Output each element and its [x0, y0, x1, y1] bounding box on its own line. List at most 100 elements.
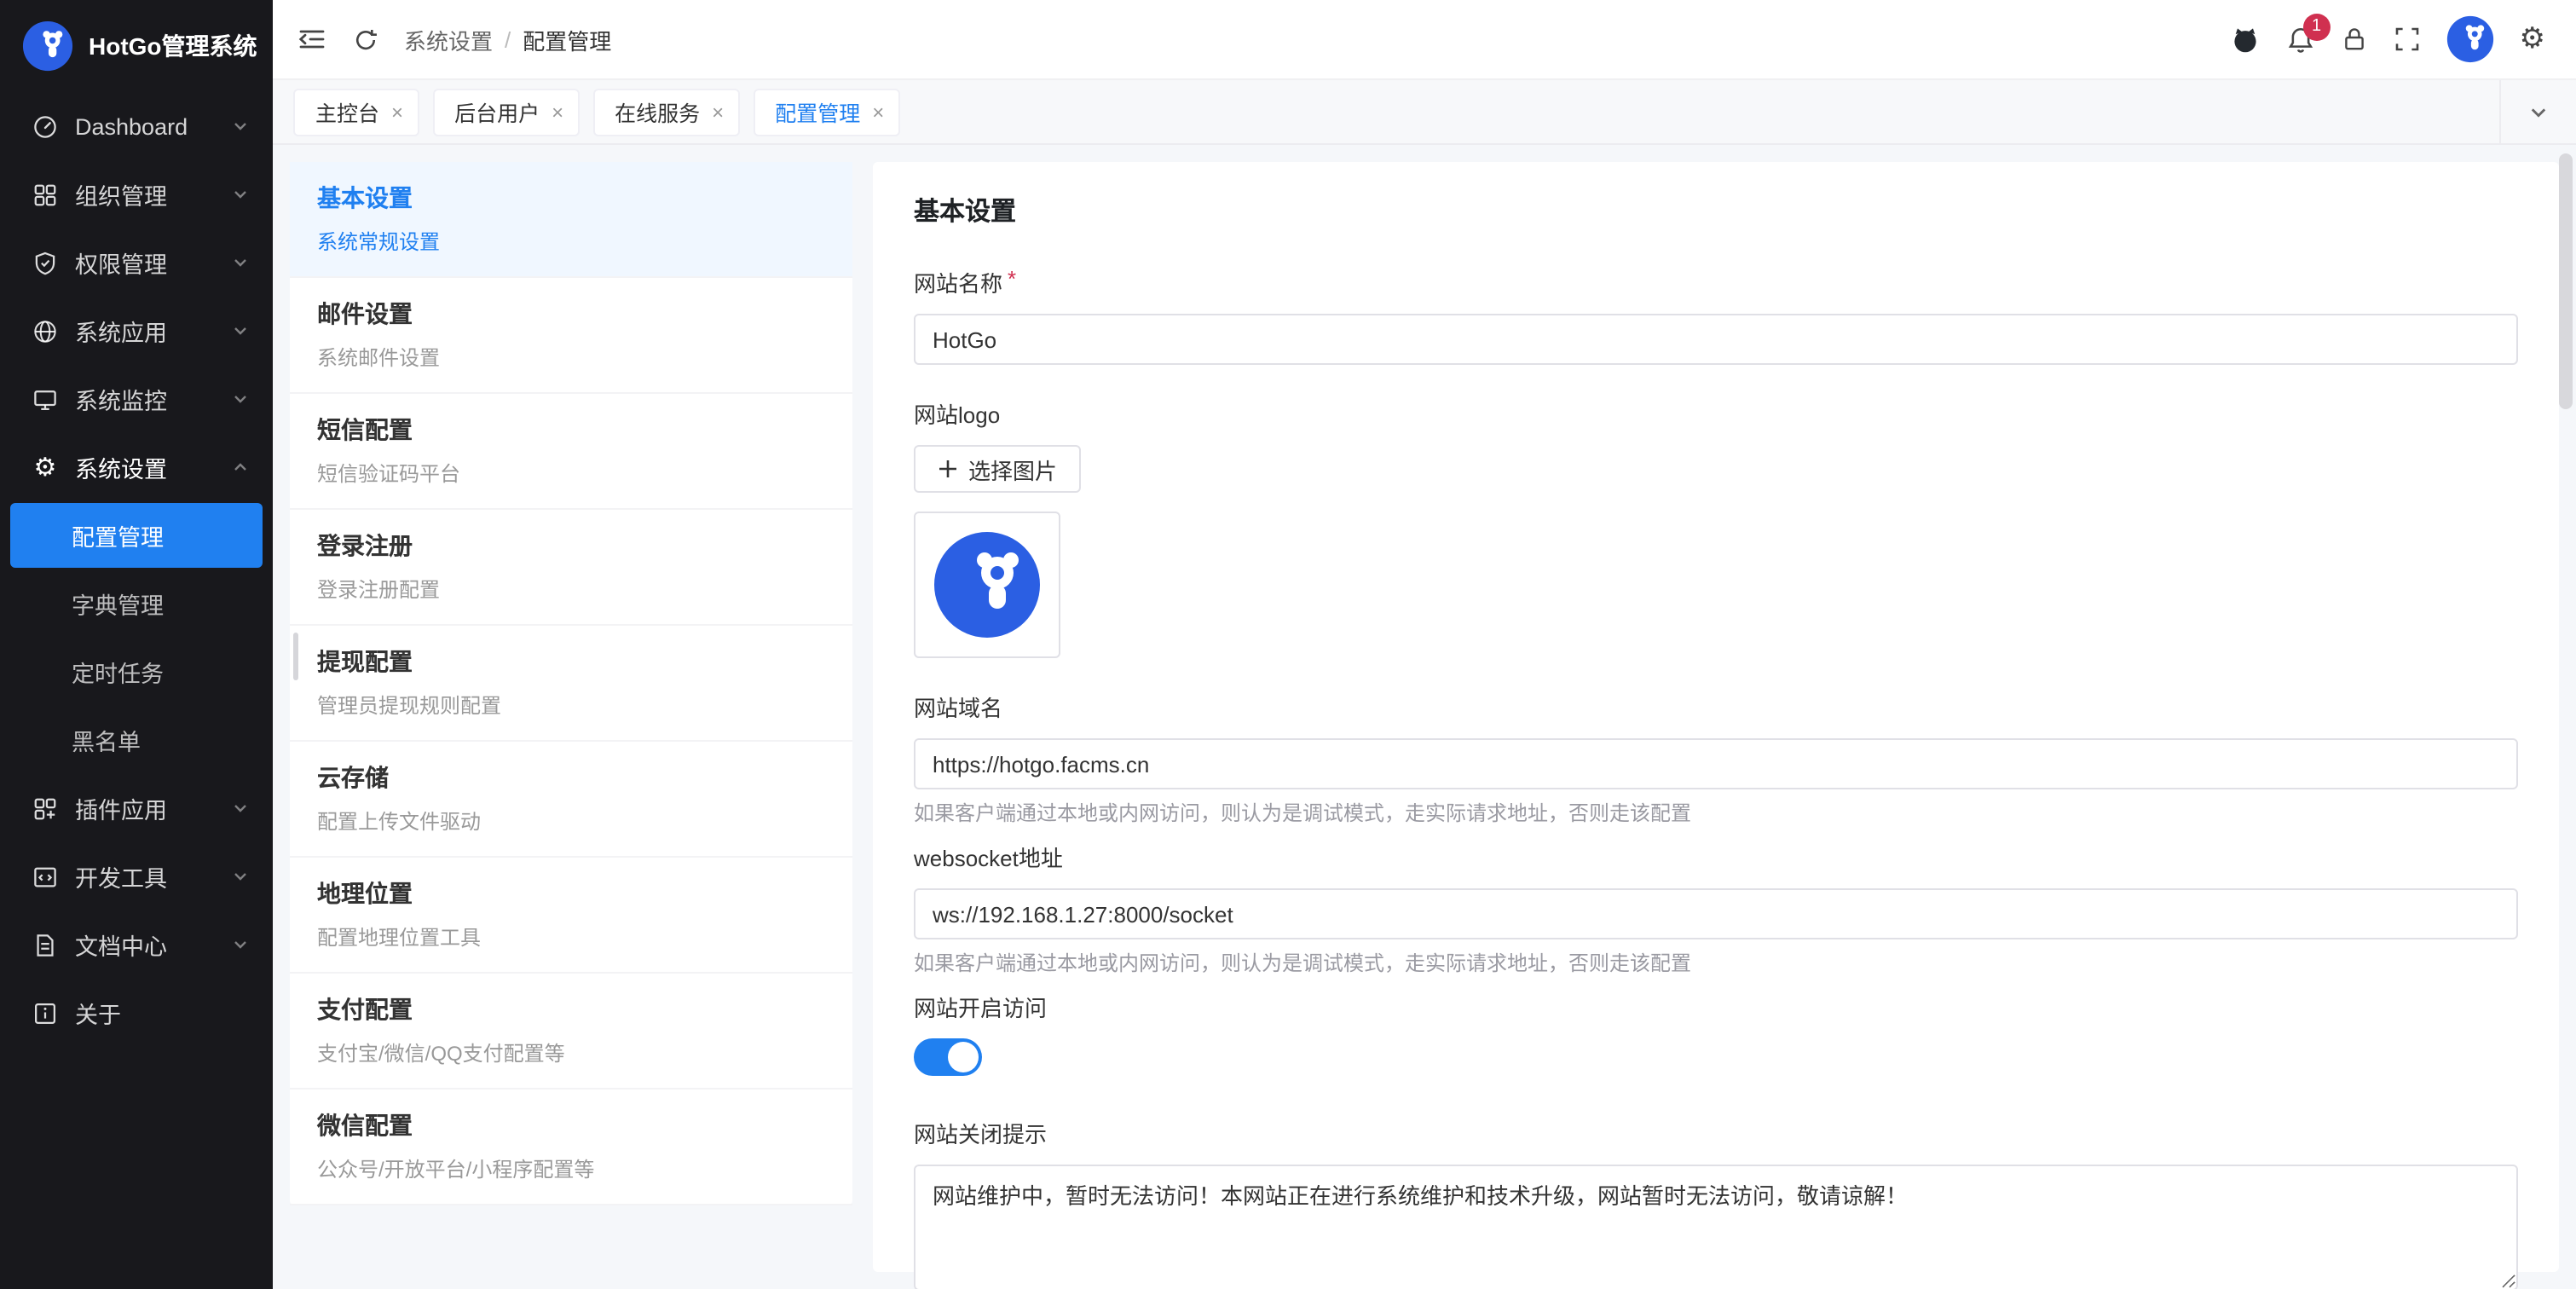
sidebar-item-sysapp[interactable]: 系统应用	[0, 297, 273, 365]
tab-bar: 主控台 × 后台用户 × 在线服务 × 配置管理 ×	[273, 80, 2576, 145]
sidebar-item-label: Dashboard	[75, 113, 232, 139]
sidebar-item-label: 黑名单	[72, 723, 141, 757]
settings-nav-cloud-storage[interactable]: 云存储 配置上传文件驱动	[290, 742, 852, 858]
sidebar-item-about[interactable]: 关于	[0, 979, 273, 1047]
nav-scrollbar-thumb[interactable]	[293, 633, 298, 680]
content-area: 基本设置 系统常规设置 邮件设置 系统邮件设置 短信配置 短信验证码平台 登录注…	[273, 145, 2576, 1289]
sidebar-item-settings[interactable]: ⚙ 系统设置	[0, 433, 273, 501]
site-logo-image	[933, 530, 1042, 639]
github-icon[interactable]	[2230, 24, 2261, 55]
field-help-text: 如果客户端通过本地或内网访问，则认为是调试模式，走实际请求地址，否则走该配置	[914, 798, 2518, 827]
field-label: 网站logo	[914, 397, 2518, 430]
site-logo-preview[interactable]	[914, 512, 1060, 658]
app-root: HotGo管理系统 Dashboard 组织管理 权限管理 系统应用 系统监控	[0, 0, 2576, 1289]
choose-image-button[interactable]: 选择图片	[914, 445, 1081, 493]
nav-item-title: 邮件设置	[317, 297, 825, 331]
settings-nav-withdraw[interactable]: 提现配置 管理员提现规则配置	[290, 626, 852, 742]
chevron-down-icon	[232, 936, 249, 953]
breadcrumb-section[interactable]: 系统设置	[404, 23, 493, 55]
dashboard-icon	[32, 113, 58, 139]
sidebar-item-cron-task[interactable]: 定时任务	[0, 638, 273, 706]
settings-nav-card: 基本设置 系统常规设置 邮件设置 系统邮件设置 短信配置 短信验证码平台 登录注…	[290, 162, 852, 1205]
nav-item-title: 支付配置	[317, 992, 825, 1026]
close-icon[interactable]: ×	[391, 101, 403, 122]
nav-item-subtitle: 支付宝/微信/QQ支付配置等	[317, 1038, 825, 1067]
sidebar-item-label: 插件应用	[75, 791, 232, 825]
tab-options-chevron[interactable]	[2499, 80, 2576, 143]
nav-item-subtitle: 公众号/开放平台/小程序配置等	[317, 1154, 825, 1183]
tab-console[interactable]: 主控台 ×	[293, 88, 419, 136]
collapse-sidebar-icon[interactable]	[297, 24, 327, 55]
tab-admin-users[interactable]: 后台用户 ×	[432, 88, 579, 136]
sidebar-item-dict-manage[interactable]: 字典管理	[0, 569, 273, 638]
sidebar-item-label: 系统设置	[75, 450, 232, 484]
field-site-name: 网站名称 *	[914, 266, 2518, 365]
settings-nav-sms[interactable]: 短信配置 短信验证码平台	[290, 394, 852, 510]
label-text: 网站域名	[914, 691, 1002, 723]
settings-nav-pay[interactable]: 支付配置 支付宝/微信/QQ支付配置等	[290, 974, 852, 1090]
refresh-icon[interactable]	[353, 26, 378, 52]
sidebar-item-label: 文档中心	[75, 928, 232, 962]
shield-icon	[32, 250, 58, 275]
label-text: 网站关闭提示	[914, 1117, 1047, 1149]
sidebar-item-monitor[interactable]: 系统监控	[0, 365, 273, 433]
nav-item-title: 基本设置	[317, 181, 825, 215]
sidebar-item-permission[interactable]: 权限管理	[0, 228, 273, 297]
close-icon[interactable]: ×	[872, 101, 884, 122]
nav-item-title: 登录注册	[317, 529, 825, 563]
choose-image-label: 选择图片	[968, 453, 1057, 485]
info-icon	[32, 1000, 58, 1026]
field-site-open: 网站开启访问	[914, 991, 2518, 1076]
app-logo-icon	[22, 20, 73, 72]
sidebar-submenu-settings: 配置管理 字典管理 定时任务 黑名单	[0, 503, 273, 774]
sidebar-item-plugins[interactable]: 插件应用	[0, 774, 273, 842]
code-icon	[32, 864, 58, 889]
user-avatar[interactable]	[2446, 15, 2494, 63]
field-websocket: websocket地址 如果客户端通过本地或内网访问，则认为是调试模式，走实际请…	[914, 841, 2518, 977]
nav-item-subtitle: 登录注册配置	[317, 575, 825, 604]
notifications-bell-icon[interactable]: 1	[2286, 25, 2315, 54]
sidebar-item-devtools[interactable]: 开发工具	[0, 842, 273, 910]
label-text: websocket地址	[914, 841, 1063, 873]
sidebar-item-docs[interactable]: 文档中心	[0, 910, 273, 979]
tab-label: 主控台	[315, 95, 379, 128]
settings-nav-wechat[interactable]: 微信配置 公众号/开放平台/小程序配置等	[290, 1090, 852, 1205]
settings-gear-icon[interactable]: ⚙	[2520, 22, 2546, 56]
page-scrollbar-thumb[interactable]	[2559, 153, 2573, 409]
tab-config-manage[interactable]: 配置管理 ×	[753, 88, 899, 136]
settings-nav-login[interactable]: 登录注册 登录注册配置	[290, 510, 852, 626]
label-text: 网站开启访问	[914, 991, 1047, 1023]
close-tip-textarea[interactable]: 网站维护中，暂时无法访问！本网站正在进行系统维护和技术升级，网站暂时无法访问，敬…	[914, 1165, 2518, 1289]
site-name-input[interactable]	[914, 314, 2518, 365]
gear-icon: ⚙	[32, 454, 58, 480]
nav-item-title: 提现配置	[317, 644, 825, 679]
tab-label: 在线服务	[615, 95, 700, 128]
app-logo-row[interactable]: HotGo管理系统	[0, 0, 273, 92]
close-icon[interactable]: ×	[552, 101, 563, 122]
settings-nav-geo[interactable]: 地理位置 配置地理位置工具	[290, 858, 852, 974]
settings-nav-basic[interactable]: 基本设置 系统常规设置	[290, 162, 852, 278]
site-open-toggle[interactable]	[914, 1038, 982, 1076]
site-domain-input[interactable]	[914, 738, 2518, 789]
monitor-icon	[32, 386, 58, 412]
breadcrumb-page[interactable]: 配置管理	[523, 23, 611, 55]
page-scrollbar	[2559, 153, 2573, 1279]
websocket-input[interactable]	[914, 888, 2518, 939]
sidebar-item-org[interactable]: 组织管理	[0, 160, 273, 228]
plugin-icon	[32, 795, 58, 821]
sidebar-item-config-manage[interactable]: 配置管理	[10, 503, 263, 568]
sidebar-item-label: 配置管理	[72, 518, 164, 552]
sidebar-item-dashboard[interactable]: Dashboard	[0, 92, 273, 160]
chevron-down-icon	[232, 322, 249, 339]
sidebar: HotGo管理系统 Dashboard 组织管理 权限管理 系统应用 系统监控	[0, 0, 273, 1289]
fullscreen-icon[interactable]	[2394, 26, 2421, 53]
sidebar-item-blacklist[interactable]: 黑名单	[0, 706, 273, 774]
label-text: 网站logo	[914, 397, 1000, 430]
close-icon[interactable]: ×	[712, 101, 724, 122]
tab-label: 后台用户	[454, 95, 540, 128]
sidebar-item-label: 字典管理	[72, 587, 164, 621]
tab-online-service[interactable]: 在线服务 ×	[592, 88, 739, 136]
lock-screen-icon[interactable]	[2341, 26, 2368, 53]
settings-nav-email[interactable]: 邮件设置 系统邮件设置	[290, 278, 852, 394]
app-title: HotGo管理系统	[89, 29, 257, 63]
